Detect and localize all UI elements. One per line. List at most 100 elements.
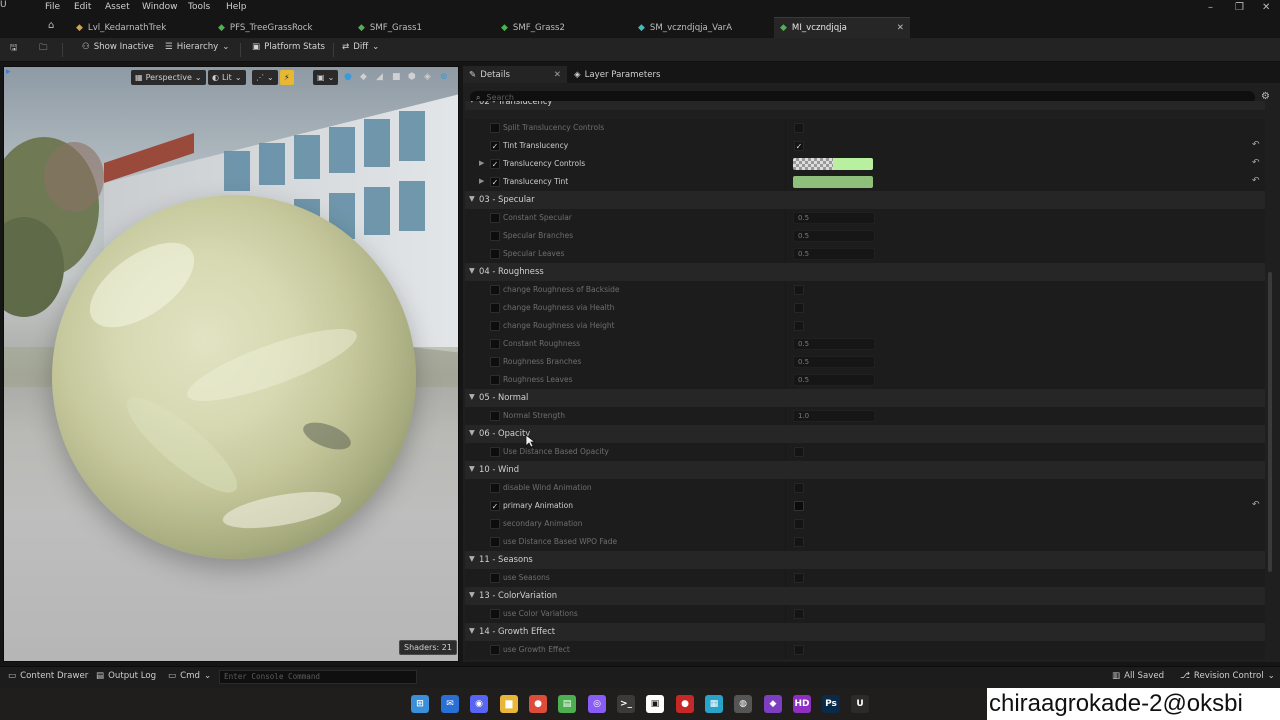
override-checkbox[interactable] — [490, 537, 500, 547]
value-number-field[interactable]: 0.5 — [793, 338, 875, 350]
all-saved-indicator[interactable]: ▥ All Saved — [1112, 671, 1164, 681]
category-header[interactable]: ▼ 14 - Growth Effect — [465, 623, 1265, 641]
tab-pfs_treegrassrock[interactable]: ◆ PFS_TreeGrassRock — [212, 17, 350, 38]
menu-item-help[interactable]: Help — [226, 2, 247, 12]
value-checkbox[interactable] — [794, 285, 804, 295]
override-checkbox[interactable] — [490, 321, 500, 331]
tab-smf_grass2[interactable]: ◆ SMF_Grass2 — [495, 17, 631, 38]
value-checkbox[interactable] — [794, 501, 804, 511]
expand-arrow-icon[interactable]: ▶ — [479, 177, 484, 185]
restore-icon[interactable]: ❐ — [1235, 2, 1244, 13]
value-checkbox[interactable] — [794, 303, 804, 313]
override-checkbox[interactable]: ✓ — [490, 177, 500, 187]
media-icon[interactable]: ▣ — [646, 695, 664, 713]
value-checkbox[interactable] — [794, 609, 804, 619]
override-checkbox[interactable] — [490, 339, 500, 349]
value-number-field[interactable]: 0.5 — [793, 248, 875, 260]
show-inactive-button[interactable]: ⚇ Show Inactive — [82, 42, 154, 52]
value-number-field[interactable]: 0.5 — [793, 374, 875, 386]
windows-start-icon[interactable]: ⊞ — [411, 695, 429, 713]
unreal-logo-icon[interactable]: U — [0, 0, 7, 10]
terminal-icon[interactable]: >_ — [617, 695, 635, 713]
home-icon[interactable]: ⌂ — [48, 20, 54, 31]
value-checkbox[interactable] — [794, 123, 804, 133]
close-window-icon[interactable]: ✕ — [1262, 2, 1270, 13]
reset-to-default-icon[interactable]: ↶ — [1252, 158, 1260, 168]
value-checkbox[interactable] — [794, 645, 804, 655]
reset-to-default-icon[interactable]: ↶ — [1252, 500, 1260, 510]
tab-sm_vczndjqja_vara[interactable]: ◆ SM_vczndjqja_VarA — [632, 17, 772, 38]
search-app-icon[interactable]: ◍ — [734, 695, 752, 713]
value-checkbox[interactable] — [794, 537, 804, 547]
plane-preview-icon[interactable]: ◆ — [360, 72, 367, 82]
value-checkbox[interactable] — [794, 483, 804, 493]
revision-control-dropdown[interactable]: ⎇ Revision Control ⌄ — [1180, 671, 1275, 681]
material-preview-sphere[interactable] — [52, 195, 416, 559]
color-swatch[interactable] — [793, 176, 873, 188]
override-checkbox[interactable] — [490, 447, 500, 457]
sphere-preview-icon[interactable]: ● — [344, 72, 352, 82]
realtime-toggle-icon[interactable]: ⚡ — [280, 70, 294, 85]
category-header[interactable]: ▼ 03 - Specular — [465, 191, 1265, 209]
perspective-dropdown[interactable]: ▦ Perspective ⌄ — [131, 70, 206, 85]
platform-stats-button[interactable]: ▣ Platform Stats — [252, 42, 325, 52]
expand-arrow-icon[interactable]: ▶ — [479, 159, 484, 167]
mesh-preview-icon[interactable]: ⬢ — [408, 72, 416, 82]
expand-arrow-icon[interactable]: ▼ — [469, 194, 475, 203]
save-icon[interactable]: 🖫 — [10, 42, 17, 56]
preview-options-dropdown[interactable]: ▣ ⌄ — [313, 70, 339, 85]
details-scrollbar[interactable] — [1268, 272, 1272, 572]
visual-studio-icon[interactable]: ◆ — [764, 695, 782, 713]
hdr-icon[interactable]: HD — [793, 695, 811, 713]
override-checkbox[interactable]: ✓ — [490, 141, 500, 151]
mail-icon[interactable]: ✉ — [441, 695, 459, 713]
browse-asset-icon[interactable]: 🗀 — [39, 42, 48, 56]
background-toggle-icon[interactable]: ⊗ — [440, 72, 448, 82]
expand-arrow-icon[interactable]: ▼ — [469, 392, 475, 401]
recorder-icon[interactable]: ● — [676, 695, 694, 713]
menu-item-file[interactable]: File — [45, 2, 60, 12]
value-checkbox[interactable] — [794, 573, 804, 583]
category-header[interactable]: ▼ 05 - Normal — [465, 389, 1265, 407]
reset-to-default-icon[interactable]: ↶ — [1252, 140, 1260, 150]
category-header[interactable]: ▼ 10 - Wind — [465, 461, 1265, 479]
override-checkbox[interactable] — [490, 645, 500, 655]
menu-item-asset[interactable]: Asset — [105, 2, 130, 12]
tab-smf_grass1[interactable]: ◆ SMF_Grass1 — [352, 17, 492, 38]
unreal-icon[interactable]: U — [851, 695, 869, 713]
discord-icon[interactable]: ◉ — [470, 695, 488, 713]
tab-details[interactable]: ✎ Details ✕ — [463, 66, 567, 83]
value-checkbox[interactable] — [794, 321, 804, 331]
reset-to-default-icon[interactable]: ↶ — [1252, 176, 1260, 186]
value-checkbox[interactable]: ✓ — [794, 141, 804, 151]
lit-dropdown[interactable]: ◐ Lit ⌄ — [208, 70, 246, 85]
output-log-button[interactable]: ▤ Output Log — [96, 671, 156, 681]
expand-arrow-icon[interactable]: ▼ — [469, 626, 475, 635]
console-command-input[interactable]: Enter Console Command — [219, 670, 417, 684]
show-flags-dropdown[interactable]: ⋰ ⌄ — [252, 70, 278, 85]
value-number-field[interactable]: 0.5 — [793, 230, 875, 242]
photoshop-icon[interactable]: Ps — [822, 695, 840, 713]
viewport-menu-icon[interactable]: ▸ — [6, 67, 11, 77]
override-checkbox[interactable] — [490, 303, 500, 313]
close-icon[interactable]: ✕ — [897, 23, 904, 33]
override-checkbox[interactable] — [490, 123, 500, 133]
category-header[interactable]: ▼ 13 - ColorVariation — [465, 587, 1265, 605]
value-checkbox[interactable] — [794, 447, 804, 457]
override-checkbox[interactable] — [490, 483, 500, 493]
override-checkbox[interactable] — [490, 375, 500, 385]
minimize-icon[interactable]: – — [1208, 2, 1213, 13]
override-checkbox[interactable] — [490, 213, 500, 223]
material-preview-viewport[interactable]: Z Y X — [3, 66, 459, 662]
category-header[interactable]: ▼ 02 - Translucency — [465, 101, 1265, 110]
github-icon[interactable]: ◎ — [588, 695, 606, 713]
override-checkbox[interactable] — [490, 285, 500, 295]
expand-arrow-icon[interactable]: ▼ — [469, 101, 475, 104]
override-checkbox[interactable] — [490, 411, 500, 421]
tab-lvl_kedarnathtrek[interactable]: ◆ Lvl_KedarnathTrek — [70, 17, 210, 38]
cmd-dropdown[interactable]: ▭ Cmd ⌄ — [168, 671, 211, 681]
close-icon[interactable]: ✕ — [554, 70, 561, 80]
diff-button[interactable]: ⇄ Diff ⌄ — [342, 42, 379, 52]
chrome-icon[interactable]: ● — [529, 695, 547, 713]
value-number-field[interactable]: 1.0 — [793, 410, 875, 422]
